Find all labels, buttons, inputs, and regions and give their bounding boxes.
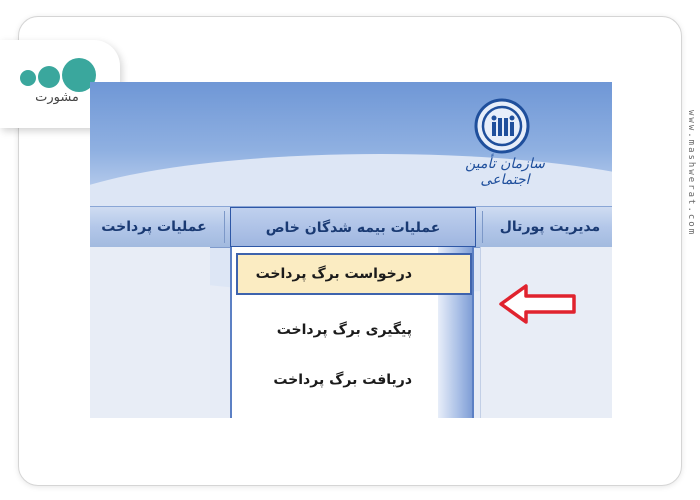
portal-header-banner: سازمان تأمین اجتماعی	[90, 82, 612, 294]
logo-dot-icon	[38, 66, 60, 88]
logo-dot-icon	[20, 70, 36, 86]
content-panel-left	[90, 247, 210, 418]
nav-tab-special-insured[interactable]: عملیات بیمه شدگان خاص	[230, 207, 476, 247]
dropdown-menu: درخواست برگ پرداخت پیگیری برگ پرداخت دری…	[230, 247, 474, 418]
menu-item-request-payment-slip[interactable]: درخواست برگ پرداخت	[236, 253, 472, 295]
content-panel-right	[480, 247, 612, 418]
nav-tab-payment-operations[interactable]: عملیات پرداخت	[90, 207, 218, 247]
menu-item-track-payment-slip[interactable]: پیگیری برگ پرداخت	[236, 309, 472, 351]
portal-nav-bar: مدیریت پورتال عملیات بیمه شدگان خاص عملی…	[90, 206, 612, 248]
nav-separator	[224, 211, 225, 243]
portal-screenshot: سازمان تأمین اجتماعی مدیریت پورتال عملیا…	[90, 82, 612, 418]
menu-item-receive-payment-slip[interactable]: دریافت برگ پرداخت	[236, 359, 472, 401]
nav-tab-portal-management[interactable]: مدیریت پورتال	[488, 207, 612, 247]
logo-text: مشورت	[35, 90, 79, 105]
site-watermark: www.mashwerat.com	[686, 110, 696, 237]
red-arrow-icon	[499, 284, 576, 324]
organization-emblem-icon	[474, 98, 530, 154]
organization-name: سازمان تأمین اجتماعی	[465, 156, 545, 188]
nav-separator	[482, 211, 483, 243]
